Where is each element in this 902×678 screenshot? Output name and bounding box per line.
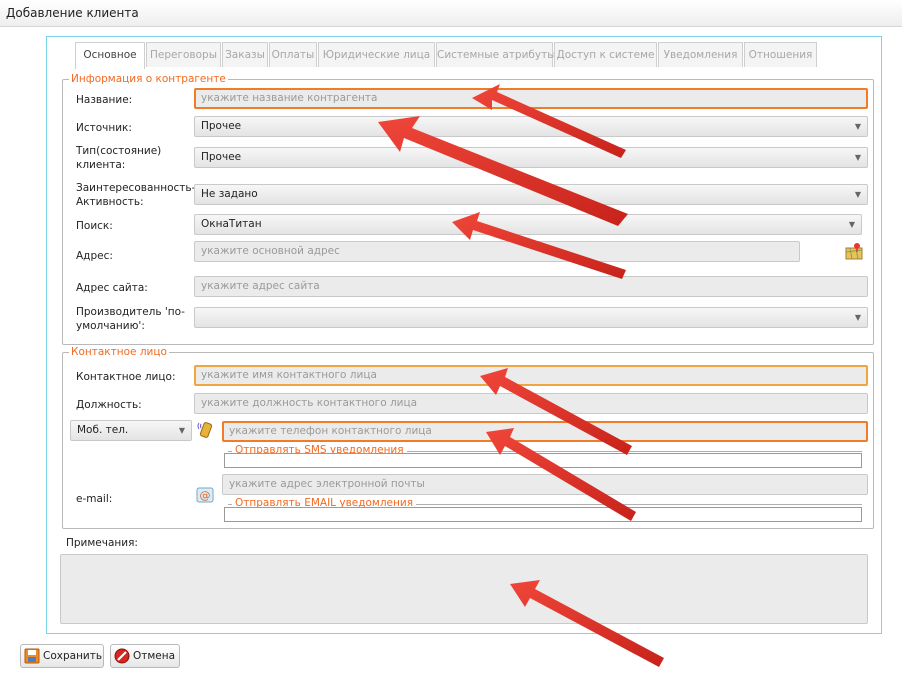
producer-select[interactable]: ▼ bbox=[194, 307, 868, 328]
phone-type-select[interactable]: Моб. тел. ▼ bbox=[70, 420, 192, 441]
interest-value: Не задано bbox=[201, 188, 258, 200]
contact-legend: Контактное лицо bbox=[71, 346, 167, 358]
search-label: Поиск: bbox=[76, 220, 113, 232]
tab-legal-entities[interactable]: Юридические лица bbox=[318, 42, 435, 67]
type-select[interactable]: Прочее ▼ bbox=[194, 147, 868, 168]
window-titlebar: Добавление клиента bbox=[0, 0, 902, 27]
save-button[interactable]: Сохранить bbox=[20, 644, 104, 668]
phone-type-value: Моб. тел. bbox=[77, 424, 129, 436]
producer-label: Производитель 'по-умолчанию': bbox=[76, 306, 185, 332]
tab-system-attributes[interactable]: Системные атрибуты bbox=[436, 42, 556, 67]
chevron-down-icon: ▼ bbox=[854, 153, 861, 162]
floppy-disk-icon bbox=[24, 648, 40, 664]
tab-system-access[interactable]: Доступ к системе bbox=[554, 42, 657, 67]
tab-main[interactable]: Основное bbox=[75, 42, 145, 69]
window-title: Добавление клиента bbox=[6, 6, 139, 20]
chevron-down-icon: ▼ bbox=[854, 122, 861, 131]
site-input[interactable]: укажите адрес сайта bbox=[194, 276, 868, 297]
no-entry-icon bbox=[114, 648, 130, 664]
source-value: Прочее bbox=[201, 120, 242, 132]
notes-textarea[interactable] bbox=[60, 554, 868, 624]
mobile-phone-icon bbox=[196, 420, 214, 438]
source-label: Источник: bbox=[76, 122, 132, 134]
address-input[interactable]: укажите основной адрес bbox=[194, 241, 800, 262]
chevron-down-icon: ▼ bbox=[854, 190, 861, 199]
tab-notifications[interactable]: Уведомления bbox=[658, 42, 743, 67]
tab-relations[interactable]: Отношения bbox=[744, 42, 817, 67]
save-button-label: Сохранить bbox=[43, 650, 103, 662]
cancel-button[interactable]: Отмена bbox=[110, 644, 180, 668]
interest-label: Заинтересованность-Активность: bbox=[76, 182, 196, 208]
name-label: Название: bbox=[76, 94, 133, 106]
counterparty-legend: Информация о контрагенте bbox=[71, 73, 226, 85]
type-value: Прочее bbox=[201, 151, 242, 163]
position-label: Должность: bbox=[76, 399, 142, 411]
cancel-button-label: Отмена bbox=[133, 650, 176, 662]
svg-text:@: @ bbox=[200, 489, 211, 502]
chevron-down-icon: ▼ bbox=[848, 220, 855, 229]
source-select[interactable]: Прочее ▼ bbox=[194, 116, 868, 137]
chevron-down-icon: ▼ bbox=[854, 313, 861, 322]
tab-payments[interactable]: Оплаты bbox=[269, 42, 317, 67]
notes-label: Примечания: bbox=[66, 537, 138, 549]
contact-person-label: Контактное лицо: bbox=[76, 371, 176, 383]
sms-notify-input[interactable] bbox=[224, 453, 862, 468]
email-label: e-mail: bbox=[76, 493, 113, 505]
address-label: Адрес: bbox=[76, 250, 113, 262]
email-input[interactable]: укажите адрес электронной почты bbox=[222, 474, 868, 495]
search-value: ОкнаТитан bbox=[201, 218, 262, 230]
map-icon[interactable] bbox=[845, 242, 863, 260]
position-input[interactable]: укажите должность контактного лица bbox=[194, 393, 868, 414]
chevron-down-icon: ▼ bbox=[178, 426, 185, 435]
tab-orders[interactable]: Заказы bbox=[222, 42, 268, 67]
email-notify-input[interactable] bbox=[224, 507, 862, 522]
interest-select[interactable]: Не задано ▼ bbox=[194, 184, 868, 205]
contact-person-input[interactable]: укажите имя контактного лица bbox=[194, 365, 868, 386]
email-icon: @ bbox=[196, 486, 214, 504]
search-select[interactable]: ОкнаТитан ▼ bbox=[194, 214, 862, 235]
name-input[interactable]: укажите название контрагента bbox=[194, 88, 868, 109]
tab-negotiations[interactable]: Переговоры bbox=[146, 42, 221, 67]
phone-input[interactable]: укажите телефон контактного лица bbox=[222, 421, 868, 442]
site-label: Адрес сайта: bbox=[76, 282, 148, 294]
type-label: Тип(состояние) клиента: bbox=[76, 145, 162, 171]
